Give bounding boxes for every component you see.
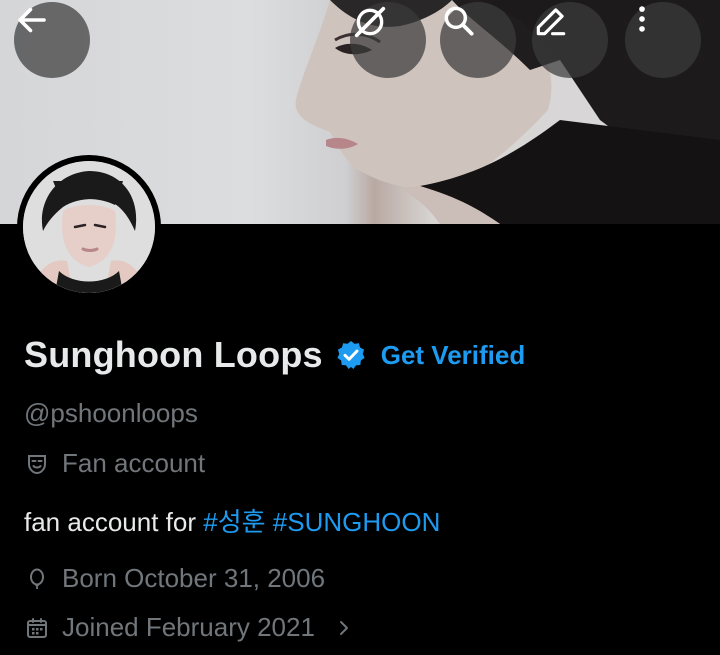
profile-bio: fan account for #성훈 #SUNGHOON	[24, 502, 440, 539]
edit-icon	[536, 8, 566, 36]
get-verified-link[interactable]: Get Verified	[381, 340, 526, 371]
verified-badge-icon[interactable]	[335, 339, 367, 371]
hashtag-link[interactable]: #SUNGHOON	[273, 507, 441, 537]
link-off-icon	[354, 6, 386, 38]
profile-name-row: Sunghoon Loops Get Verified	[24, 330, 525, 380]
chevron-right-icon	[335, 619, 353, 637]
profile-birthdate: Born October 31, 2006	[24, 563, 325, 594]
more-vertical-icon	[639, 6, 645, 32]
balloon-icon	[24, 566, 50, 592]
bio-text: fan account for	[24, 507, 196, 537]
theater-masks-icon	[24, 451, 50, 477]
back-arrow-icon	[18, 7, 46, 33]
avatar-photo	[23, 161, 155, 293]
joined-label: Joined February 2021	[62, 612, 315, 642]
search-button[interactable]	[440, 2, 516, 78]
edit-button[interactable]	[532, 2, 608, 78]
birthdate-label: Born October 31, 2006	[62, 563, 326, 593]
profile-joined[interactable]: Joined February 2021	[24, 612, 353, 643]
category-label: Fan account	[62, 448, 206, 478]
calendar-icon	[24, 615, 50, 641]
back-button[interactable]	[14, 2, 90, 78]
link-button[interactable]	[350, 2, 426, 78]
display-name: Sunghoon Loops	[24, 334, 323, 375]
search-icon	[444, 6, 474, 36]
more-button[interactable]	[625, 2, 701, 78]
profile-avatar[interactable]	[17, 155, 161, 299]
profile-handle: @pshoonloops	[24, 398, 198, 428]
profile-category: Fan account	[24, 448, 205, 479]
hashtag-link[interactable]: #성훈	[203, 507, 265, 537]
